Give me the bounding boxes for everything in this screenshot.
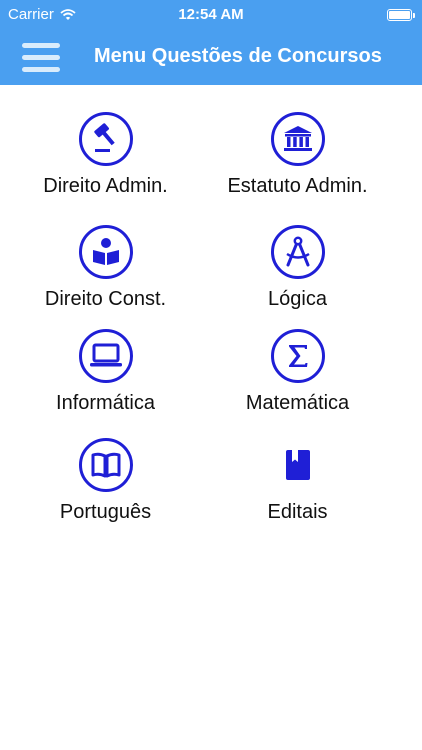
courthouse-icon	[270, 112, 325, 166]
menu-item-label: Lógica	[268, 288, 327, 310]
sigma-icon	[270, 329, 325, 383]
page-title: Menu Questões de Concursos	[94, 45, 382, 67]
status-bar: Carrier 12:54 AM	[0, 0, 422, 30]
gavel-icon	[78, 112, 133, 166]
navigation-bar: Menu Questões de Concursos	[0, 30, 422, 85]
menu-item-label: Português	[59, 501, 152, 523]
open-book-icon	[78, 438, 133, 492]
bookmark-book-icon	[271, 438, 325, 492]
menu-item-label: Informática	[56, 392, 155, 414]
menu-item-direito-const[interactable]: Direito Const.	[0, 225, 211, 311]
hamburger-menu-icon[interactable]	[22, 43, 60, 72]
menu-item-estatuto-admin[interactable]: Estatuto Admin.	[192, 112, 403, 198]
menu-item-editais[interactable]: Editais	[192, 438, 403, 524]
compass-icon	[270, 225, 325, 279]
laptop-icon	[78, 329, 133, 383]
menu-item-label: Direito Const.	[44, 288, 167, 310]
menu-item-direito-admin[interactable]: Direito Admin.	[0, 112, 211, 198]
battery-icon	[387, 9, 415, 21]
menu-item-informatica[interactable]: Informática	[0, 329, 211, 415]
menu-item-label: Estatuto Admin.	[227, 175, 368, 197]
reader-book-icon	[78, 225, 133, 279]
menu-item-label: Direito Admin.	[43, 175, 168, 197]
menu-item-matematica[interactable]: Matemática	[192, 329, 403, 415]
battery-fill	[389, 11, 410, 19]
status-time: 12:54 AM	[178, 6, 244, 23]
menu-item-label: Matemática	[245, 392, 350, 414]
menu-item-portugues[interactable]: Português	[0, 438, 211, 524]
menu-item-label: Editais	[267, 501, 328, 523]
menu-item-logica[interactable]: Lógica	[192, 225, 403, 311]
